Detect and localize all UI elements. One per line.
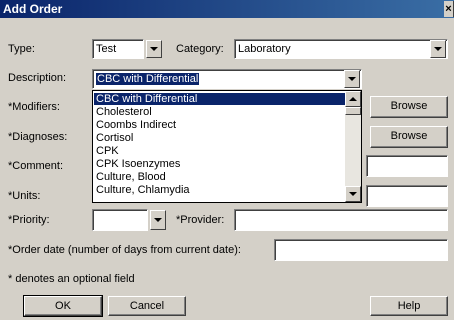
add-order-dialog: Add Order × Type: Test Category: Laborat…	[0, 0, 454, 320]
close-icon[interactable]: ×	[444, 1, 454, 17]
order-date-label: *Order date (number of days from current…	[8, 244, 241, 256]
priority-label: *Priority:	[8, 214, 50, 226]
list-scrollbar[interactable]	[345, 91, 361, 202]
units-label: *Units:	[8, 190, 41, 202]
list-item[interactable]: Coombs Indirect	[94, 119, 346, 131]
type-select[interactable]: Test	[92, 39, 144, 59]
help-button[interactable]: Help	[370, 296, 448, 316]
optional-field-note: * denotes an optional field	[8, 273, 135, 285]
title-bar: Add Order ×	[0, 0, 454, 18]
modifiers-label: *Modifiers:	[8, 101, 60, 113]
scroll-down-icon	[349, 192, 357, 196]
type-dropdown-button[interactable]	[146, 40, 162, 58]
comment-input[interactable]	[366, 155, 448, 177]
list-item[interactable]: Culture, Chlamydia	[94, 184, 346, 196]
comment-label: *Comment:	[8, 160, 64, 172]
order-date-input[interactable]	[274, 239, 448, 261]
chevron-down-icon	[150, 47, 158, 51]
provider-label: *Provider:	[176, 214, 225, 226]
chevron-down-icon	[348, 77, 356, 81]
description-select[interactable]: CBC with Differential	[92, 69, 362, 89]
type-label: Type:	[8, 43, 35, 55]
ok-button[interactable]: OK	[23, 295, 103, 317]
diagnoses-browse-button[interactable]: Browse	[370, 126, 448, 148]
modifiers-browse-button[interactable]: Browse	[370, 96, 448, 118]
diagnoses-label: *Diagnoses:	[8, 131, 68, 143]
scroll-up-icon	[349, 97, 357, 101]
list-item[interactable]: CPK	[94, 145, 346, 157]
provider-input[interactable]	[234, 209, 448, 231]
list-item[interactable]: CBC with Differential	[94, 93, 346, 105]
scroll-down-button[interactable]	[345, 186, 361, 202]
scroll-up-button[interactable]	[345, 91, 361, 107]
scroll-thumb[interactable]	[345, 107, 361, 115]
list-item[interactable]: Cholesterol	[94, 106, 346, 118]
chevron-down-icon	[434, 47, 442, 51]
category-dropdown-button[interactable]	[430, 40, 446, 58]
list-item[interactable]: CPK Isoenzymes	[94, 158, 346, 170]
cancel-button[interactable]: Cancel	[108, 296, 186, 316]
description-value: CBC with Differential	[96, 73, 200, 85]
window-title: Add Order	[3, 2, 63, 16]
chevron-down-icon	[154, 218, 162, 222]
description-label: Description:	[8, 72, 67, 84]
priority-dropdown-button[interactable]	[150, 210, 166, 230]
category-select[interactable]: Laboratory	[234, 39, 448, 59]
description-dropdown-list[interactable]: CBC with Differential Cholesterol Coombs…	[92, 90, 362, 203]
category-label: Category:	[176, 43, 224, 55]
priority-select[interactable]	[92, 209, 148, 231]
description-dropdown-button[interactable]	[344, 70, 360, 88]
units-input[interactable]	[366, 185, 448, 207]
list-item[interactable]: Culture, Blood	[94, 171, 346, 183]
list-item[interactable]: Cortisol	[94, 132, 346, 144]
